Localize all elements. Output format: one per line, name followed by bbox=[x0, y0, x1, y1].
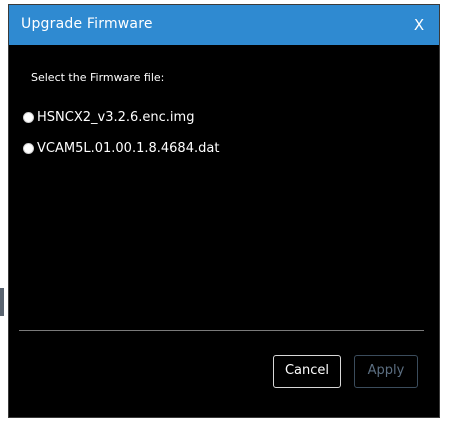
background-panel-edge bbox=[0, 288, 4, 316]
dialog-title: Upgrade Firmware bbox=[21, 16, 153, 32]
apply-button[interactable]: Apply bbox=[354, 355, 418, 388]
dialog-title-bar: Upgrade Firmware X bbox=[9, 5, 439, 45]
firmware-option-label: VCAM5L.01.00.1.8.4684.dat bbox=[37, 140, 220, 156]
cancel-button[interactable]: Cancel bbox=[273, 355, 341, 388]
firmware-file-prompt: Select the Firmware file: bbox=[31, 71, 165, 84]
radio-button[interactable] bbox=[23, 142, 34, 154]
firmware-option-hsncx2[interactable]: HSNCX2_v3.2.6.enc.img bbox=[23, 108, 194, 126]
firmware-option-label: HSNCX2_v3.2.6.enc.img bbox=[37, 109, 195, 125]
close-button[interactable]: X bbox=[409, 13, 429, 37]
footer-divider bbox=[19, 330, 424, 331]
upgrade-firmware-dialog: Upgrade Firmware X Select the Firmware f… bbox=[8, 4, 440, 418]
firmware-option-vcam5l[interactable]: VCAM5L.01.00.1.8.4684.dat bbox=[23, 139, 219, 157]
radio-button[interactable] bbox=[23, 111, 34, 123]
